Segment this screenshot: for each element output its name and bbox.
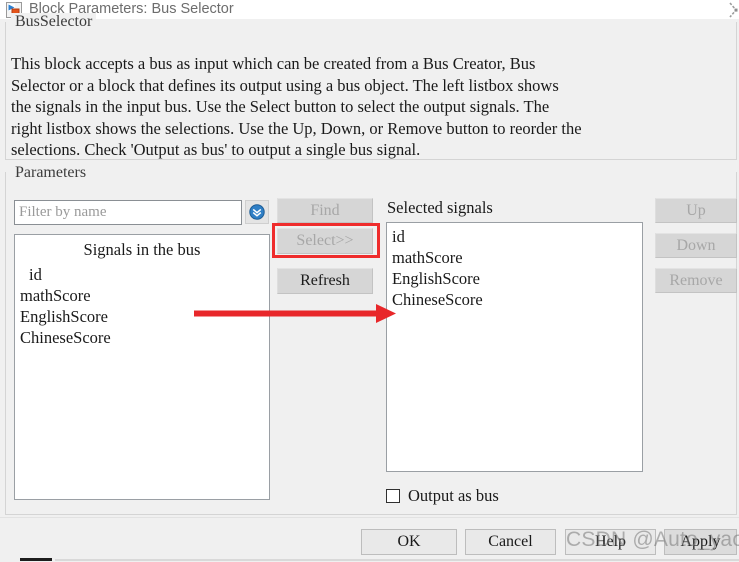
list-item[interactable]: ChineseScore (15, 327, 269, 348)
refresh-button[interactable]: Refresh (277, 268, 373, 294)
signals-in-bus-items: id mathScore EnglishScore ChineseScore (15, 264, 269, 348)
title-bar: Block Parameters: Bus Selector (0, 0, 739, 19)
output-as-bus-label: Output as bus (408, 486, 499, 505)
list-item[interactable]: EnglishScore (387, 268, 642, 289)
cancel-button[interactable]: Cancel (465, 529, 556, 555)
list-item[interactable]: id (387, 226, 642, 247)
parameters-group-legend: Parameters (11, 164, 91, 182)
list-item[interactable]: EnglishScore (15, 306, 269, 327)
selected-signals-listbox[interactable]: id mathScore EnglishScore ChineseScore (386, 222, 643, 472)
select-button[interactable]: Select>> (277, 228, 373, 254)
remove-button[interactable]: Remove (655, 268, 737, 293)
list-item[interactable]: id (15, 264, 269, 285)
description-group-legend: BusSelector (11, 13, 97, 31)
move-up-button[interactable]: Up (655, 198, 737, 223)
find-button[interactable]: Find (277, 198, 373, 223)
selected-signals-label: Selected signals (387, 198, 493, 217)
ok-button[interactable]: OK (361, 529, 457, 555)
description-text: This block accepts a bus as input which … (11, 54, 582, 159)
list-item[interactable]: mathScore (15, 285, 269, 306)
filter-options-button[interactable] (245, 200, 269, 224)
help-button[interactable]: Help (565, 529, 656, 555)
selected-signals-items: id mathScore EnglishScore ChineseScore (387, 226, 642, 310)
list-item[interactable]: mathScore (387, 247, 642, 268)
block-parameters-dialog: Block Parameters: Bus Selector BusSelect… (0, 0, 739, 562)
signals-in-bus-listbox[interactable]: Signals in the bus id mathScore EnglishS… (14, 234, 270, 500)
chevron-double-down-icon (249, 204, 265, 220)
list-item[interactable]: ChineseScore (387, 289, 642, 310)
signals-in-bus-header: Signals in the bus (83, 240, 201, 259)
checkbox-box[interactable] (386, 489, 400, 503)
output-as-bus-checkbox[interactable]: Output as bus (386, 486, 499, 506)
filter-input[interactable] (14, 200, 242, 225)
move-down-button[interactable]: Down (655, 233, 737, 258)
close-icon[interactable] (718, 0, 738, 20)
apply-button[interactable]: Apply (664, 529, 737, 555)
